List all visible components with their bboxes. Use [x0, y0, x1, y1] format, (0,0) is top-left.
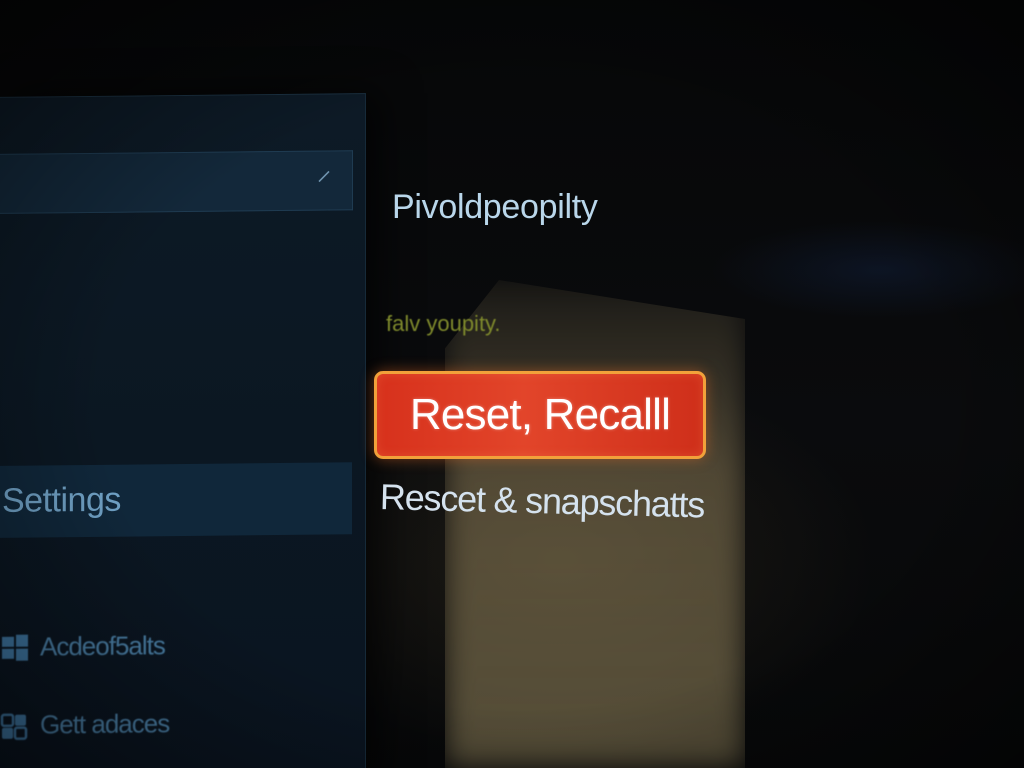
windows-icon	[2, 634, 28, 661]
sidebar-item-settings[interactable]: Settings	[0, 462, 352, 538]
reset-button-label: Reset, Recalll	[409, 390, 671, 439]
edit-icon[interactable]	[316, 168, 332, 184]
reset-button[interactable]: Reset, Recalll	[374, 371, 706, 459]
sidebar-item-accounts[interactable]: Acdeof5alts	[0, 630, 165, 663]
apps-icon	[0, 713, 28, 740]
sidebar-item-label: Acdeof5alts	[40, 630, 165, 662]
sidebar-item-label: Settings	[2, 480, 121, 520]
reset-snapshots-link[interactable]: Rescet & snapschatts	[379, 476, 704, 526]
sidebar-item-label: Gett adaces	[40, 708, 170, 740]
section-title: Pivoldpeopilty	[392, 188, 598, 226]
search-input[interactable]	[0, 150, 353, 214]
settings-sidebar: Settings Acdeof5alts Gett adaces	[0, 93, 366, 768]
sidebar-item-get-apps[interactable]: Gett adaces	[0, 708, 169, 741]
screen: Settings Acdeof5alts Gett adaces Pivoldp…	[0, 0, 1024, 768]
section-description: falv youpity.	[386, 311, 501, 336]
